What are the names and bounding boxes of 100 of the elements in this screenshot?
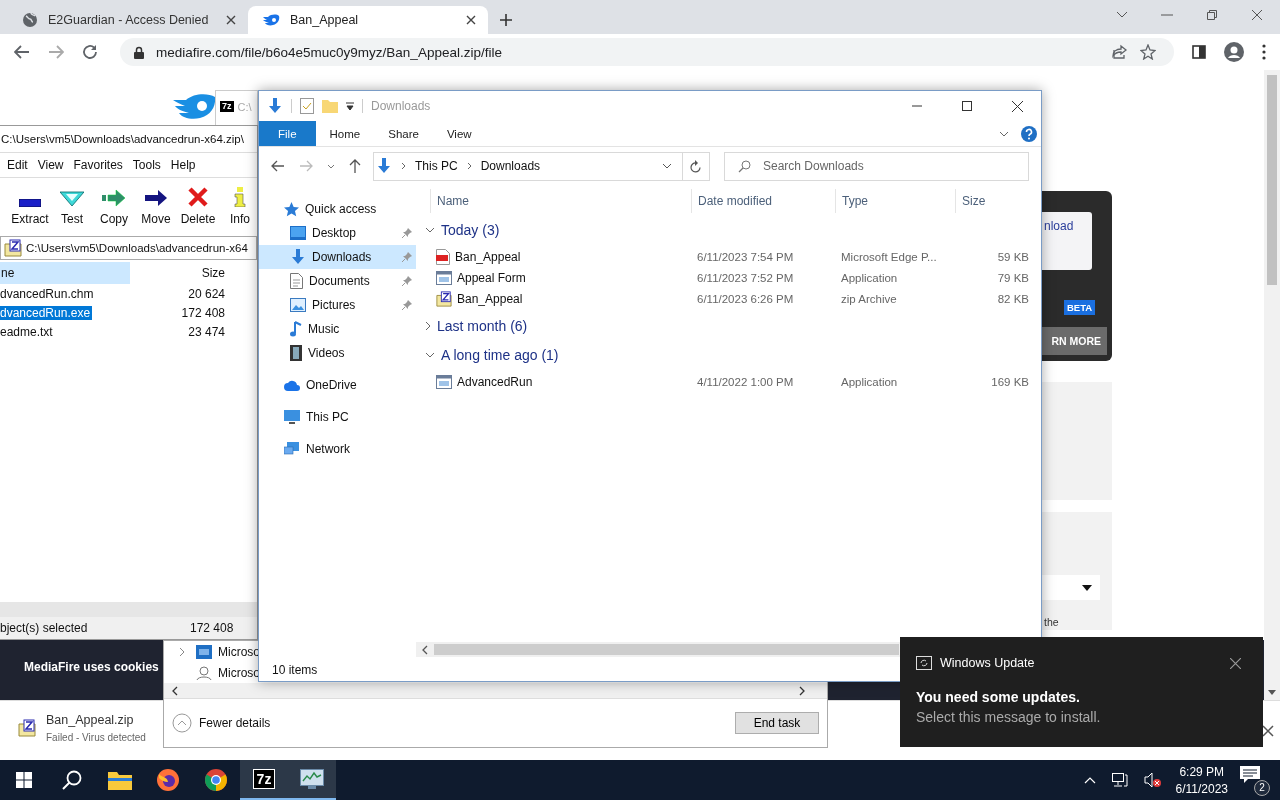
scrollbar[interactable] [0, 602, 257, 617]
taskbar-app[interactable]: 7z [240, 760, 288, 800]
group-header[interactable]: Last month (6) [416, 314, 1041, 338]
toolbar-button[interactable]: Extract [12, 184, 48, 226]
caret-icon[interactable] [346, 102, 354, 110]
caret-icon[interactable] [1268, 690, 1276, 695]
notification-toast[interactable]: Windows Update You need some updates. Select this message to install. [900, 637, 1263, 747]
pin-icon[interactable] [402, 228, 412, 238]
file-name[interactable]: eadme.txt [0, 324, 160, 339]
group-header[interactable]: A long time ago (1) [416, 343, 1041, 367]
close-icon[interactable] [1262, 725, 1274, 737]
file-name[interactable]: dvancedRun.exe [0, 305, 93, 320]
nav-item[interactable]: Pictures [259, 293, 416, 317]
help-icon[interactable] [1021, 125, 1037, 142]
notification-button[interactable]: 2 [1240, 764, 1270, 796]
breadcrumb-item[interactable]: Downloads [480, 159, 541, 173]
new-tab-icon[interactable] [500, 14, 512, 26]
file-name[interactable]: Ban_Appeal [436, 248, 697, 265]
column-header[interactable]: Size [955, 189, 1029, 213]
learn-more-button[interactable]: RN MORE [1042, 327, 1107, 355]
column-header[interactable]: ne [0, 262, 130, 284]
search-field[interactable]: Search Downloads [724, 151, 1029, 181]
taskbar-app[interactable] [288, 760, 336, 800]
nav-item[interactable]: Documents [259, 269, 416, 293]
nav-item[interactable]: OneDrive [259, 373, 416, 397]
close-icon[interactable] [226, 15, 236, 25]
checklist-icon[interactable] [300, 98, 314, 114]
reload-icon[interactable] [82, 44, 98, 60]
download-item[interactable]: Ban_Appeal.zip Failed - Virus detected [14, 709, 150, 747]
file-name[interactable]: Appeal Form [436, 270, 697, 285]
scrollbar[interactable] [164, 683, 827, 698]
profile-icon[interactable] [1224, 42, 1244, 62]
browser-tab[interactable]: Ban_Appeal [248, 6, 488, 34]
nav-item[interactable]: This PC [259, 405, 416, 429]
star-icon[interactable] [1140, 44, 1156, 60]
file-name[interactable]: AdvancedRun [436, 374, 697, 389]
muted-speaker-icon[interactable] [1143, 772, 1162, 788]
column-header[interactable]: Date modified [691, 189, 841, 213]
group-header[interactable]: Today (3) [416, 218, 1041, 242]
menu-icon[interactable] [1262, 44, 1266, 60]
up-arrow-icon[interactable] [349, 159, 361, 173]
nav-item[interactable]: Quick access [259, 197, 416, 221]
chevron-left-icon[interactable] [422, 644, 428, 655]
menu-item[interactable]: Favorites [73, 158, 123, 172]
close-icon[interactable] [1012, 100, 1023, 112]
nav-item[interactable]: Desktop [259, 221, 416, 245]
end-task-button[interactable]: End task [735, 712, 819, 734]
maximize-icon[interactable] [962, 101, 972, 111]
menu-item[interactable]: Help [170, 158, 196, 172]
toolbar-button[interactable]: Move [138, 184, 174, 226]
menu-item[interactable]: Edit [7, 158, 28, 172]
refresh-button[interactable] [682, 151, 710, 181]
chevron-down-icon[interactable] [662, 163, 672, 169]
toolbar-button[interactable]: Delete [180, 184, 216, 226]
menu-item[interactable]: Tools [132, 158, 161, 172]
file-name[interactable]: dvancedRun.chm [0, 286, 160, 301]
address-bar[interactable]: mediafire.com/file/b6o4e5muc0y9myz/Ban_Appeal.zip/file [120, 38, 1174, 66]
download-arrow-icon[interactable] [267, 98, 283, 114]
close-icon[interactable] [466, 15, 476, 25]
ribbon-tab[interactable]: File [259, 121, 316, 146]
chevron-left-icon[interactable] [172, 685, 178, 696]
scrollbar[interactable] [1264, 70, 1280, 700]
path-field[interactable]: C:\Users\vm5\Downloads\advancedrun-x64 [0, 236, 257, 260]
pin-icon[interactable] [402, 276, 412, 286]
process-name[interactable]: Microso [218, 644, 260, 659]
toolbar-button[interactable]: Copy [96, 184, 132, 226]
ribbon-tab[interactable]: View [432, 121, 486, 146]
back-icon[interactable] [271, 160, 285, 172]
sidebar-icon[interactable] [1192, 45, 1206, 59]
nav-item[interactable]: Downloads [259, 245, 416, 269]
scrollbar-thumb[interactable] [434, 644, 899, 655]
column-header[interactable]: Name [430, 189, 697, 213]
breadcrumb-item[interactable]: This PC [415, 159, 458, 173]
chevron-up-icon[interactable] [1083, 776, 1096, 784]
menu-item[interactable]: View [37, 158, 64, 172]
ribbon-tab[interactable]: Share [374, 121, 433, 146]
chevron-down-icon[interactable] [327, 163, 335, 169]
restore-icon[interactable] [1206, 9, 1218, 21]
chevron-down-icon[interactable] [1116, 11, 1128, 19]
nav-item[interactable]: Videos [259, 341, 416, 365]
network-icon[interactable] [1111, 773, 1128, 787]
address-bar[interactable]: This PC Downloads [373, 151, 683, 181]
back-icon[interactable] [14, 45, 30, 59]
dropdown[interactable] [1042, 575, 1100, 600]
toolbar-button[interactable]: Test [54, 184, 90, 226]
file-name[interactable]: Ban_Appeal [436, 290, 697, 307]
browser-tab[interactable]: E2Guardian - Access Denied [8, 6, 248, 34]
fewer-details-link[interactable]: Fewer details [172, 713, 271, 733]
column-header[interactable]: Size [130, 266, 225, 280]
download-link[interactable]: nload [1044, 219, 1074, 233]
column-header[interactable]: Type [835, 189, 961, 213]
process-name[interactable]: Microso [218, 665, 260, 680]
chevron-right-icon[interactable] [799, 685, 805, 696]
clock[interactable]: 6:29 PM 6/11/2023 [1175, 764, 1228, 796]
nav-item[interactable]: Music [259, 317, 416, 341]
nav-item[interactable]: Network [259, 437, 416, 461]
scrollbar-thumb[interactable] [1267, 75, 1277, 285]
ribbon-tab[interactable]: Home [315, 121, 375, 146]
pin-icon[interactable] [402, 300, 412, 310]
chevron-down-icon[interactable] [999, 130, 1009, 137]
